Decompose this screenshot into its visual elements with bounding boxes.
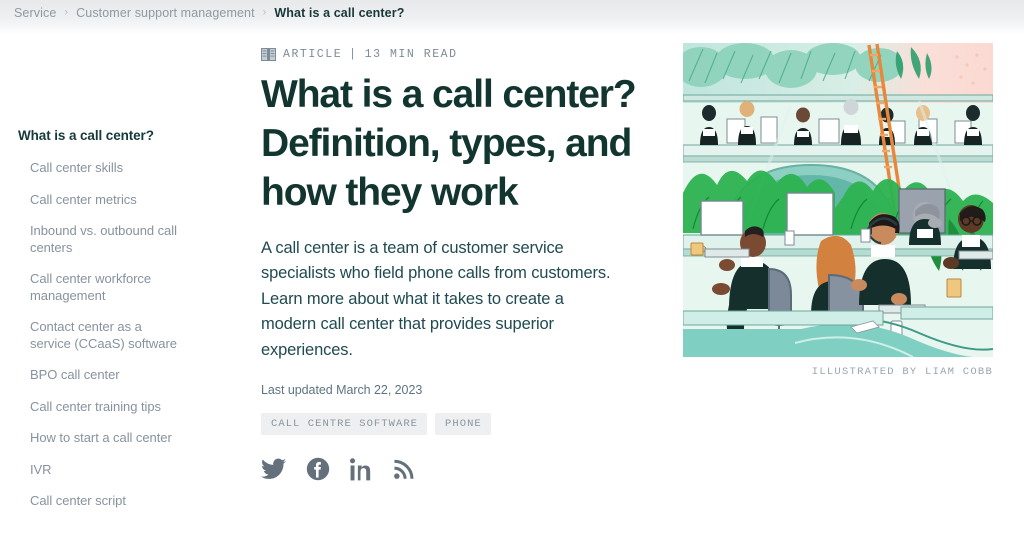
call-center-scene-illustration xyxy=(683,43,993,357)
sidebar-item-inbound-vs-outbound-call-centers[interactable]: Inbound vs. outbound call centers xyxy=(0,223,232,256)
sidebar-item-what-is-a-call-center[interactable]: What is a call center? xyxy=(0,128,232,143)
sidebar-item-ivr[interactable]: IVR xyxy=(0,462,232,479)
tag-list: CALL CENTRE SOFTWARE PHONE xyxy=(261,413,681,436)
sidebar-item-call-center-workforce-management[interactable]: Call center workforce management xyxy=(0,271,232,304)
sidebar-item-call-center-skills[interactable]: Call center skills xyxy=(0,160,232,177)
linkedin-icon[interactable] xyxy=(350,457,373,481)
sidebar-item-how-to-start-a-call-center[interactable]: How to start a call center xyxy=(0,430,232,447)
chevron-right-icon: › xyxy=(262,6,267,18)
rss-icon[interactable] xyxy=(393,458,415,480)
read-time-label: 13 MIN READ xyxy=(364,48,458,61)
sidebar-nav: What is a call center? Call center skill… xyxy=(0,128,232,525)
sidebar-item-call-center-training-tips[interactable]: Call center training tips xyxy=(0,399,232,416)
sidebar-item-call-center-metrics[interactable]: Call center metrics xyxy=(0,192,232,209)
article-type-label: ARTICLE xyxy=(283,48,343,61)
facebook-icon[interactable] xyxy=(306,457,330,481)
breadcrumb-item-current: What is a call center? xyxy=(274,6,405,20)
article-column: ARTICLE | 13 MIN READ What is a call cen… xyxy=(261,48,681,481)
breadcrumb-item-customer-support-management[interactable]: Customer support management xyxy=(76,6,254,20)
twitter-icon[interactable] xyxy=(261,458,286,480)
sidebar-item-bpo-call-center[interactable]: BPO call center xyxy=(0,367,232,384)
article-lede: A call center is a team of customer serv… xyxy=(261,239,611,359)
sidebar-item-call-center-script[interactable]: Call center script xyxy=(0,493,232,510)
meta-divider: | xyxy=(349,48,358,61)
last-updated-text: Last updated March 22, 2023 xyxy=(261,383,423,398)
chevron-right-icon: › xyxy=(64,6,69,18)
tag-phone[interactable]: PHONE xyxy=(435,413,491,436)
sidebar-item-contact-center-as-a-service-software[interactable]: Contact center as a service (CCaaS) soft… xyxy=(0,319,232,352)
open-book-icon xyxy=(261,48,276,61)
article-meta: ARTICLE | 13 MIN READ xyxy=(261,48,681,61)
article-illustration xyxy=(683,43,993,357)
social-share-bar xyxy=(261,457,681,481)
tag-call-centre-software[interactable]: CALL CENTRE SOFTWARE xyxy=(261,413,428,436)
illustration-credit: ILLUSTRATED BY LIAM COBB xyxy=(811,366,993,378)
breadcrumb-item-service[interactable]: Service xyxy=(14,6,56,20)
page-title: What is a call center? Definition, types… xyxy=(261,73,637,214)
breadcrumb: Service › Customer support management › … xyxy=(14,0,404,26)
